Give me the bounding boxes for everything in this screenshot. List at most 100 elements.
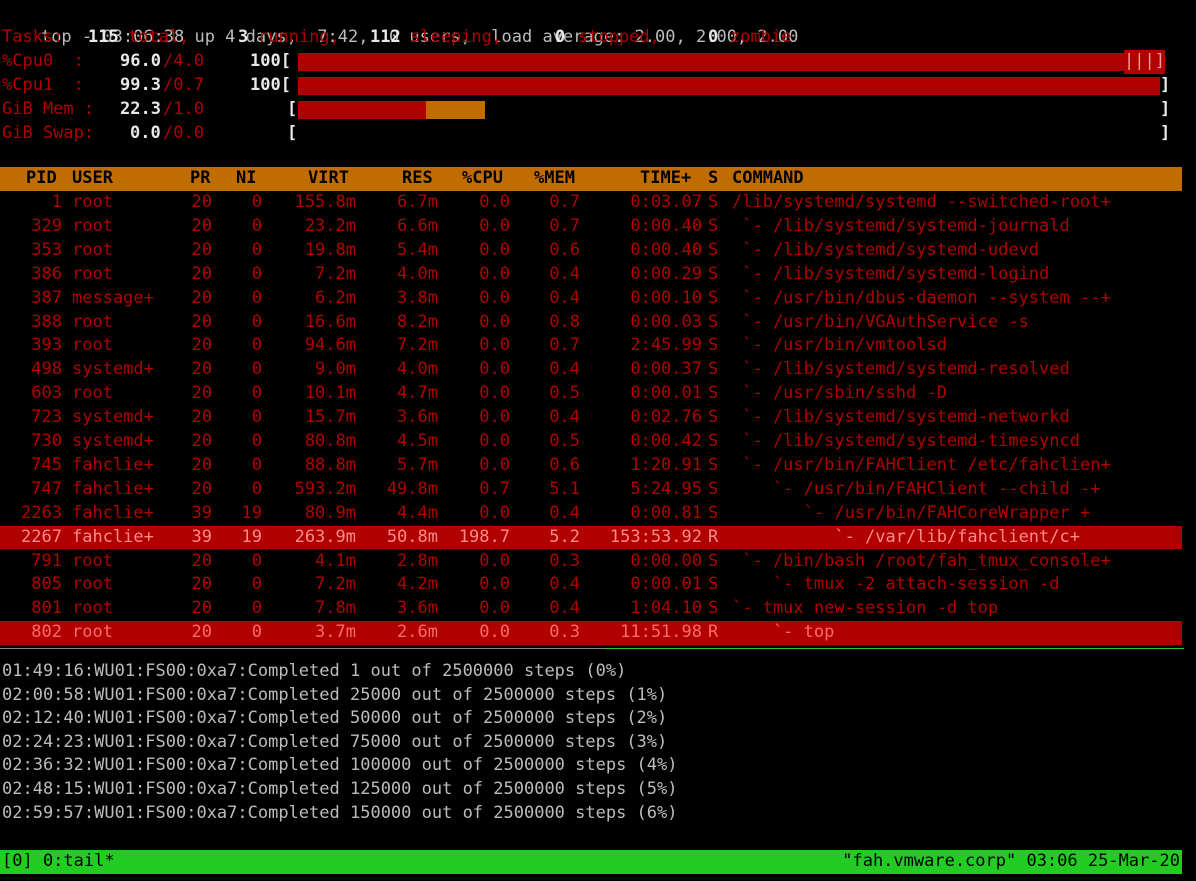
table-row[interactable]: 329 root 20 0 23.2m 6.6m 0.0 0.7 0:00.40 S `- /li… [0, 215, 1182, 239]
table-row[interactable]: 747 fahclie+ 20 0 593.2m 49.8m 0.7 5.1 5:24.95 S … [0, 478, 1182, 502]
table-row[interactable]: 730 systemd+ 20 0 80.8m 4.5m 0.0 0.5 0:00.42 S `-… [0, 430, 1182, 454]
cell-virt: 15.7m [304, 407, 356, 428]
cell-cpu: 198.7 [458, 526, 510, 547]
cell-command: `- /lib/systemd/systemd-logind [732, 263, 1050, 284]
cell-time: 11:51.98 [620, 622, 702, 643]
cell-res: 4.7m [397, 383, 438, 404]
cell-time: 0:00.01 [630, 574, 702, 595]
cell-state: S [708, 359, 719, 380]
col-res[interactable]: RES [402, 167, 433, 191]
cell-ni: 0 [251, 335, 262, 356]
cell-pr: 20 [191, 215, 212, 236]
cell-state: S [708, 598, 719, 619]
cell-pr: 20 [191, 574, 212, 595]
cell-virt: 19.8m [304, 239, 356, 260]
cell-pid: 1 [51, 192, 62, 212]
cell-time: 0:00.40 [630, 239, 702, 260]
cell-pr: 20 [191, 263, 212, 284]
cell-user: root [72, 311, 113, 332]
cell-mem: 0.4 [549, 598, 580, 619]
cell-ni: 0 [251, 263, 262, 284]
table-row[interactable]: 802 root 20 0 3.7m 2.6m 0.0 0.3 11:51.98 R `- top [0, 621, 1182, 646]
tasks-running-label: running, [258, 27, 340, 47]
table-row[interactable]: 1 root 20 0 155.8m 6.7m 0.0 0.7 0:03.07 S/lib/sys… [0, 191, 1182, 215]
cell-time: 0:03.07 [630, 192, 702, 212]
cpu1-usage-bar [298, 77, 1160, 95]
uptime-line: top - 03:06:38 up 4 days, 7:42, 0 users,… [0, 2, 798, 47]
cell-mem: 0.4 [549, 407, 580, 428]
cell-res: 3.6m [397, 407, 438, 428]
cell-cpu: 0.0 [479, 454, 510, 475]
cell-ni: 0 [251, 407, 262, 428]
col-cpu[interactable]: %CPU [462, 167, 503, 191]
table-row[interactable]: 388 root 20 0 16.6m 8.2m 0.0 0.8 0:00.03 S `- /us… [0, 311, 1182, 335]
log-line: 02:48:15:WU01:FS00:0xa7:Completed 125000… [2, 779, 678, 799]
tasks-sleeping-label: sleeping, [410, 27, 503, 47]
cell-user: fahclie+ [72, 502, 154, 523]
tasks-sleeping: 112 [370, 27, 401, 47]
cell-time: 5:24.95 [630, 478, 702, 499]
col-state[interactable]: S [708, 167, 718, 191]
table-row[interactable]: 745 fahclie+ 20 0 88.8m 5.7m 0.0 0.6 1:20.91 S `-… [0, 454, 1182, 478]
col-command[interactable]: COMMAND [732, 167, 804, 191]
table-row[interactable]: 801 root 20 0 7.8m 3.6m 0.0 0.4 1:04.10 S `- tmux … [0, 597, 1182, 621]
col-pid[interactable]: PID [26, 167, 57, 191]
cell-time: 2:45.99 [630, 335, 702, 356]
cell-virt: 7.2m [315, 574, 356, 595]
cell-ni: 0 [251, 622, 262, 643]
table-row[interactable]: 2263 fahclie+ 39 19 80.9m 4.4m 0.0 0.4 0:00.81 S … [0, 502, 1182, 526]
cell-pr: 20 [191, 407, 212, 428]
cell-user: fahclie+ [72, 526, 154, 547]
cell-mem: 0.5 [549, 431, 580, 451]
cell-pr: 20 [191, 478, 212, 499]
cell-pid: 386 [31, 263, 62, 284]
cell-state: S [708, 335, 719, 356]
tasks-line: Tasks: 115 total, 3 running, 112 sleepin… [0, 26, 791, 50]
cell-state: S [708, 550, 719, 571]
table-row[interactable]: 386 root 20 0 7.2m 4.0m 0.0 0.4 0:00.29 S `- /lib… [0, 263, 1182, 287]
col-user[interactable]: USER [72, 167, 113, 191]
table-row[interactable]: 353 root 20 0 19.8m 5.4m 0.0 0.6 0:00.40 S `- /li… [0, 239, 1182, 263]
log-line: 02:00:58:WU01:FS00:0xa7:Completed 25000 … [2, 684, 668, 705]
cell-cpu: 0.0 [479, 407, 510, 428]
cell-mem: 0.6 [549, 239, 580, 260]
table-row[interactable]: 387 message+ 20 0 6.2m 3.8m 0.0 0.4 0:00.10 S `- … [0, 287, 1182, 311]
cell-user: root [72, 383, 113, 404]
cell-virt: 7.2m [315, 263, 356, 284]
table-row[interactable]: 498 systemd+ 20 0 9.0m 4.0m 0.0 0.4 0:00.37 S `- … [0, 358, 1182, 382]
table-row[interactable]: 791 root 20 0 4.1m 2.8m 0.0 0.3 0:00.00 S `- /bin… [0, 550, 1182, 574]
table-row[interactable]: 723 systemd+ 20 0 15.7m 3.6m 0.0 0.4 0:02.76 S `-… [0, 406, 1182, 430]
process-table-header[interactable]: PID USER PR NI VIRT RES %CPU %MEM TIME+ … [0, 167, 1182, 191]
tmux-window-list[interactable]: [0] 0:tail* [2, 850, 115, 874]
pane-divider-right[interactable] [604, 648, 1184, 649]
cell-ni: 0 [251, 383, 262, 404]
cell-ni: 0 [251, 215, 262, 236]
col-time[interactable]: TIME+ [640, 167, 691, 191]
table-row[interactable]: 393 root 20 0 94.6m 7.2m 0.0 0.7 2:45.99 S `- /us… [0, 334, 1182, 358]
log-line: 02:12:40:WU01:FS00:0xa7:Completed 50000 … [2, 708, 668, 729]
cell-res: 6.6m [397, 215, 438, 236]
table-row[interactable]: 2267 fahclie+ 39 19 263.9m 50.8m 198.7 5.2 153:5… [0, 525, 1182, 550]
cell-state: S [708, 454, 719, 475]
col-ni[interactable]: NI [236, 167, 256, 191]
col-mem[interactable]: %MEM [534, 167, 575, 191]
swap-sub: /0.0 [163, 123, 204, 143]
cell-virt: 9.0m [315, 359, 356, 380]
cell-mem: 0.7 [549, 192, 580, 212]
cell-virt: 80.8m [304, 431, 356, 451]
cell-command: /lib/systemd/systemd --switched-root+ [732, 192, 1111, 212]
cell-mem: 0.4 [549, 574, 580, 595]
terminal-screen[interactable]: top - 03:06:38 up 4 days, 7:42, 0 users,… [0, 0, 1196, 881]
tmux-status-right: "fah.vmware.corp" 03:06 25-Mar-20 [842, 851, 1180, 871]
cell-state: S [708, 383, 719, 404]
cell-user: root [72, 598, 113, 619]
table-row[interactable]: 603 root 20 0 10.1m 4.7m 0.0 0.5 0:00.01 S `- /us… [0, 382, 1182, 406]
pane-divider-left[interactable] [0, 648, 604, 649]
col-virt[interactable]: VIRT [308, 167, 349, 191]
cell-virt: 94.6m [304, 335, 356, 356]
log-line: 02:36:32:WU01:FS00:0xa7:Completed 100000… [2, 755, 678, 776]
cell-user: fahclie+ [72, 454, 154, 475]
col-pr[interactable]: PR [190, 167, 210, 191]
table-row[interactable]: 805 root 20 0 7.2m 4.2m 0.0 0.4 0:00.01 S `- tmux… [0, 573, 1182, 597]
swap-bracket-open: [ [287, 123, 298, 143]
